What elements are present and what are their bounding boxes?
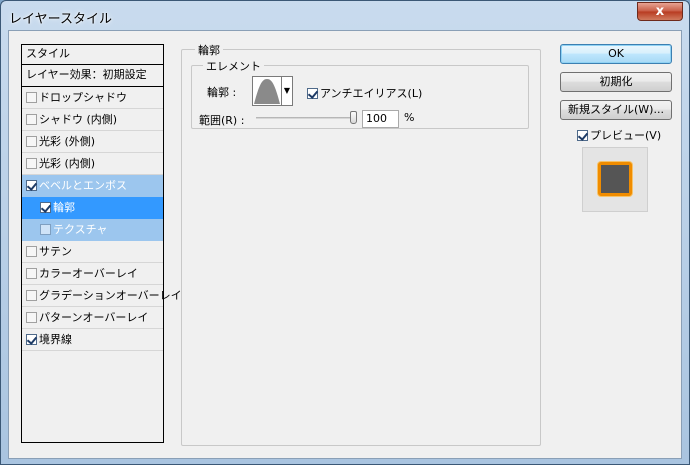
layer-style-dialog: レイヤースタイル x スタイル レイヤー効果：初期設定 ドロップシャドウ シャド… [0, 0, 690, 465]
pattern-overlay-checkbox[interactable] [26, 312, 37, 323]
style-preview-thumbnail [582, 147, 648, 212]
contour-group-title: 輪郭 [195, 42, 223, 58]
contour-curve-picker[interactable] [252, 76, 282, 106]
outer-glow-checkbox[interactable] [26, 136, 37, 147]
ok-button[interactable]: OK [560, 44, 672, 64]
list-item-stroke[interactable]: 境界線 [22, 329, 163, 351]
drop-shadow-checkbox[interactable] [26, 92, 37, 103]
bevel-emboss-checkbox[interactable] [26, 180, 37, 191]
style-list: スタイル レイヤー効果：初期設定 ドロップシャドウ シャドウ (内側) 光彩 (… [21, 44, 182, 443]
list-item-inner-glow[interactable]: 光彩 (内側) [22, 153, 163, 175]
list-item-gradient-overlay[interactable]: グラデーションオーバーレイ [22, 285, 182, 307]
list-item-label: テクスチャ [53, 223, 108, 236]
list-item-inner-shadow[interactable]: シャドウ (内側) [22, 109, 163, 131]
satin-checkbox[interactable] [26, 246, 37, 257]
texture-checkbox[interactable] [40, 224, 51, 235]
list-item-label: ベベルとエンボス [39, 179, 127, 192]
list-item-label: シャドウ (内側) [39, 113, 118, 126]
list-item-label: ドロップシャドウ [39, 91, 127, 104]
list-header-styles[interactable]: スタイル [22, 45, 163, 65]
title-bar[interactable]: レイヤースタイル x [1, 1, 689, 31]
range-slider-track[interactable] [256, 117, 356, 119]
list-item-label: サテン [39, 245, 72, 258]
inner-shadow-checkbox[interactable] [26, 114, 37, 125]
preview-label: プレビュー(V) [590, 129, 662, 142]
list-item-label: パターンオーバーレイ [39, 311, 149, 324]
preview-option[interactable]: プレビュー(V) [577, 127, 661, 143]
contour-curve-icon [254, 79, 280, 104]
preview-checkbox[interactable] [577, 130, 588, 141]
list-item-label: グラデーションオーバーレイ [39, 289, 182, 302]
range-label: 範囲(R) : [199, 114, 245, 127]
list-item-label: カラーオーバーレイ [39, 267, 138, 280]
stroke-checkbox[interactable] [26, 334, 37, 345]
new-style-button[interactable]: 新規スタイル(W)... [560, 100, 672, 120]
close-button[interactable]: x [637, 2, 683, 21]
list-item-satin[interactable]: サテン [22, 241, 163, 263]
color-overlay-checkbox[interactable] [26, 268, 37, 279]
list-item-color-overlay[interactable]: カラーオーバーレイ [22, 263, 163, 285]
contour-checkbox[interactable] [40, 202, 51, 213]
list-item-outer-glow[interactable]: 光彩 (外側) [22, 131, 163, 153]
list-item-label: 境界線 [39, 333, 72, 346]
reset-button[interactable]: 初期化 [560, 72, 672, 92]
antialias-option[interactable]: アンチエイリアス(L) [307, 85, 422, 101]
list-item-label: 輪郭 [53, 201, 75, 214]
range-value-input[interactable]: 100 [362, 110, 399, 128]
list-item-pattern-overlay[interactable]: パターンオーバーレイ [22, 307, 163, 329]
antialias-label: アンチエイリアス(L) [320, 87, 423, 100]
list-item-drop-shadow[interactable]: ドロップシャドウ [22, 87, 163, 109]
contour-label: 輪郭 : [207, 86, 237, 99]
list-item-bevel-emboss[interactable]: ベベルとエンボス [22, 175, 163, 197]
list-item-label: 光彩 (内側) [39, 157, 96, 170]
window-title: レイヤースタイル [9, 12, 112, 27]
inner-glow-checkbox[interactable] [26, 158, 37, 169]
preview-swatch [598, 162, 632, 196]
gradient-overlay-checkbox[interactable] [26, 290, 37, 301]
list-item-contour[interactable]: 輪郭 [22, 197, 163, 219]
list-item-label: 光彩 (外側) [39, 135, 96, 148]
range-unit: % [404, 111, 415, 124]
dialog-body: スタイル レイヤー効果：初期設定 ドロップシャドウ シャドウ (内側) 光彩 (… [8, 30, 682, 459]
antialias-checkbox[interactable] [307, 88, 318, 99]
list-item-texture[interactable]: テクスチャ [22, 219, 163, 241]
list-item-blending-options[interactable]: レイヤー効果：初期設定 [22, 65, 163, 87]
contour-dropdown-arrow[interactable]: ▼ [282, 76, 293, 106]
range-slider-thumb[interactable] [350, 111, 357, 124]
elements-group-title: エレメント [203, 58, 264, 74]
